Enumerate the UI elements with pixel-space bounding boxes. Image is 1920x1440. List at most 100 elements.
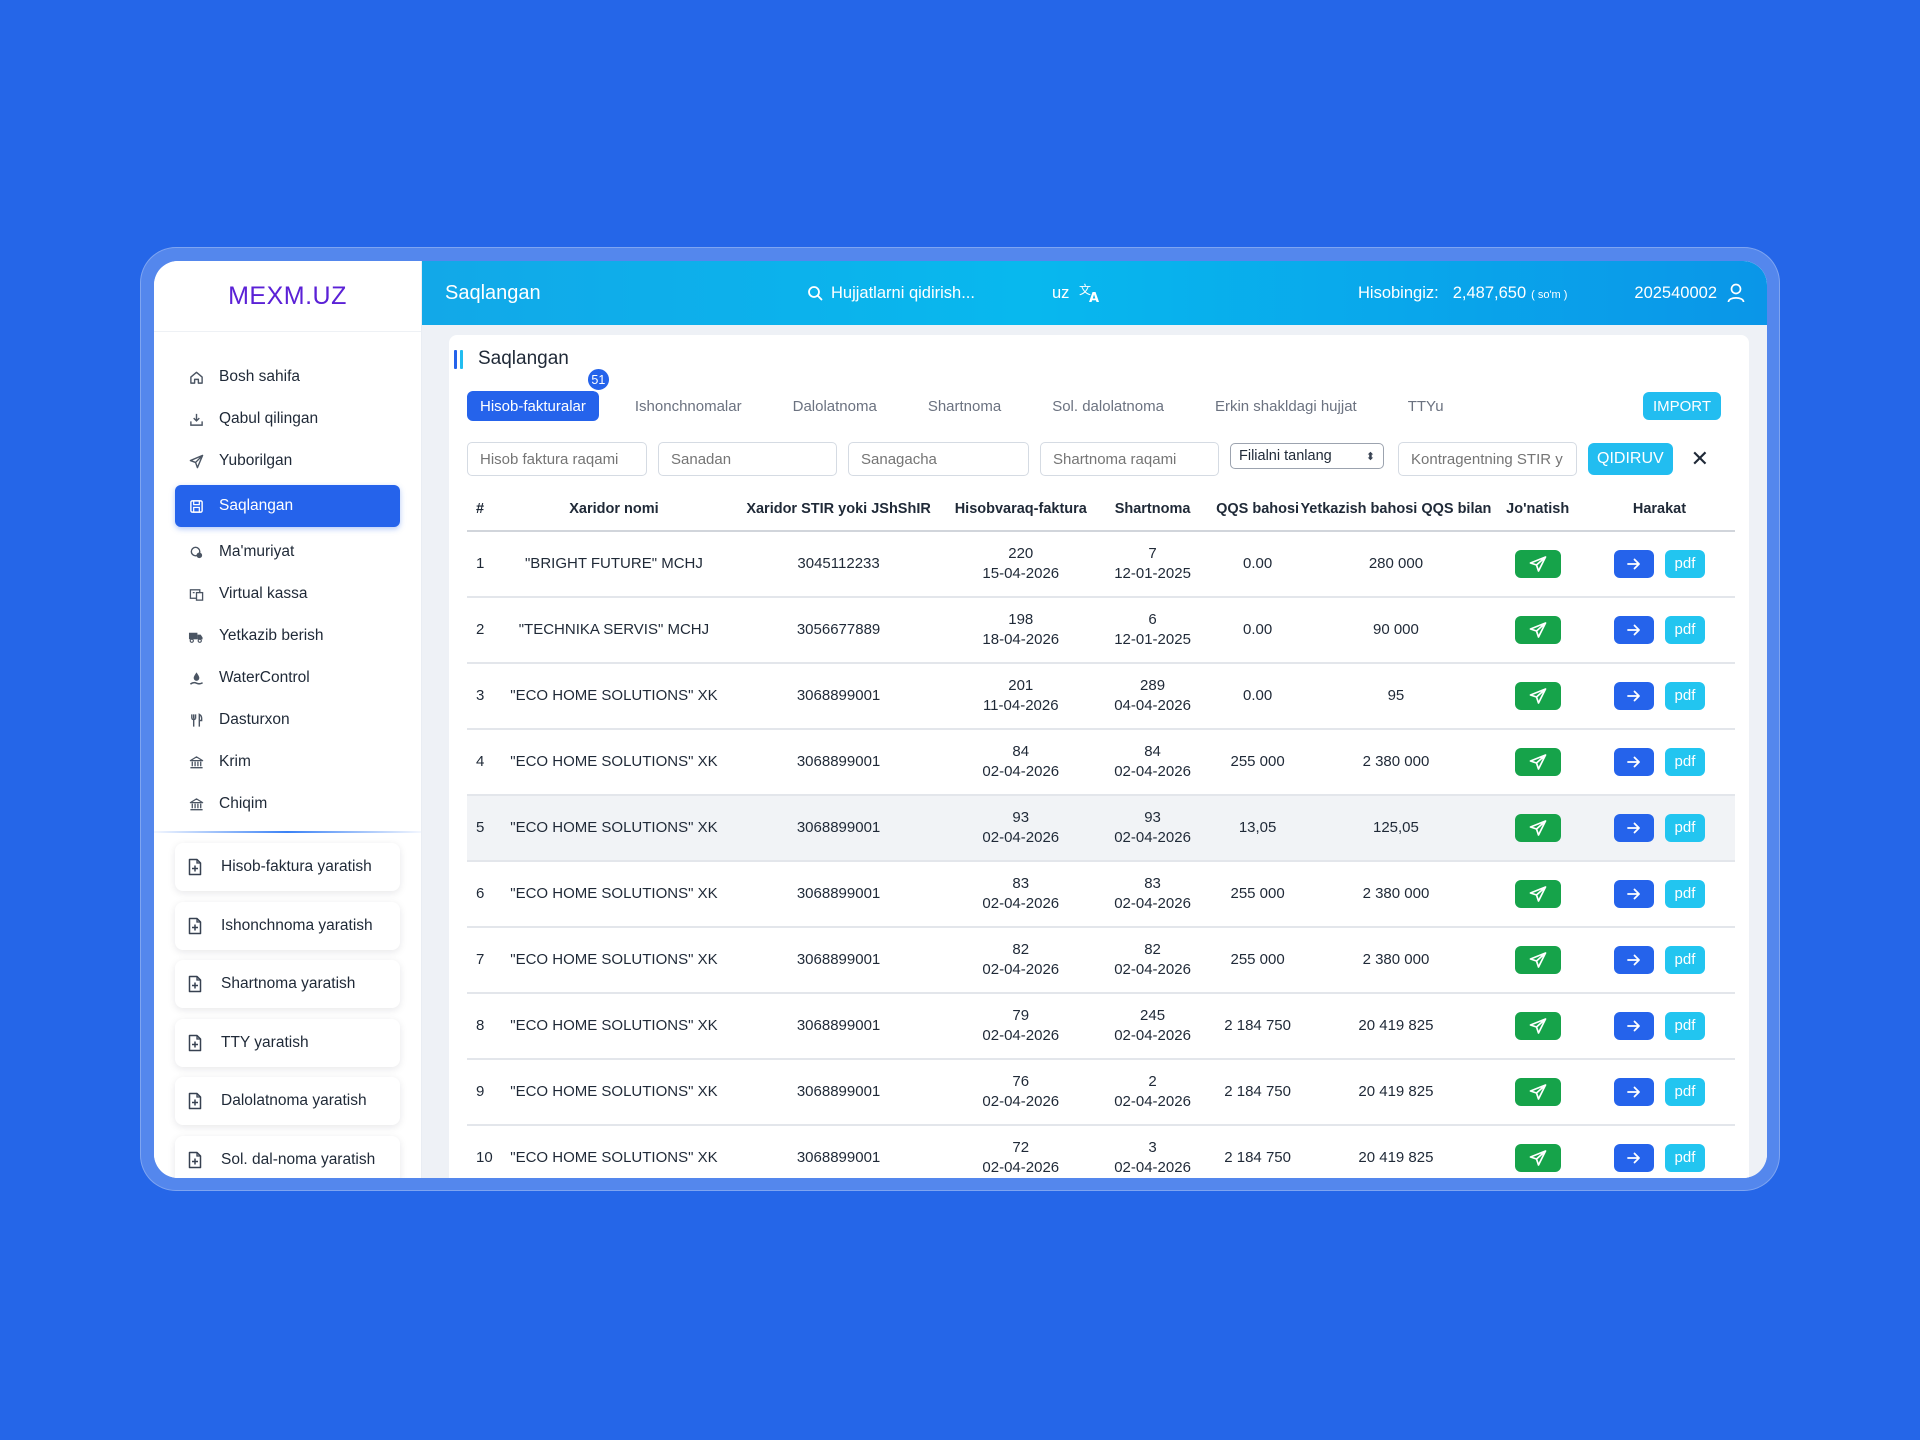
buyer-name-cell: "ECO HOME SOLUTIONS" XK xyxy=(501,729,726,796)
sidebar-item-watercontrol[interactable]: WaterControl xyxy=(175,657,400,699)
table-row[interactable]: 7 "ECO HOME SOLUTIONS" XK 3068899001 82 02-0… xyxy=(467,927,1735,994)
vat-cell: 255 000 xyxy=(1214,927,1301,994)
pdf-button[interactable]: pdf xyxy=(1664,748,1705,776)
tab-sol-dalolatnoma[interactable]: Sol. dalolatnoma xyxy=(1052,398,1164,415)
arrow-right-icon xyxy=(1627,756,1641,768)
open-button[interactable] xyxy=(1613,1078,1654,1106)
table-row[interactable]: 4 "ECO HOME SOLUTIONS" XK 3068899001 84 02-0… xyxy=(467,729,1735,796)
pdf-button[interactable]: pdf xyxy=(1664,1144,1705,1172)
table-row[interactable]: 6 "ECO HOME SOLUTIONS" XK 3068899001 83 02-0… xyxy=(467,861,1735,928)
tab-dalolatnoma[interactable]: Dalolatnoma xyxy=(793,398,877,415)
table-row[interactable]: 1 "BRIGHT FUTURE" MCHJ 3045112233 220 15-04-… xyxy=(467,531,1735,598)
create-button-ishonchnoma-yaratish[interactable]: Ishonchnoma yaratish xyxy=(175,901,400,950)
table-row[interactable]: 10 "ECO HOME SOLUTIONS" XK 3068899001 72 02-… xyxy=(467,1125,1735,1178)
pdf-button[interactable]: pdf xyxy=(1664,880,1705,908)
tab-hisob-fakturalar[interactable]: Hisob-fakturalar 51 xyxy=(467,367,611,421)
sidebar-item-ma-muriyat[interactable]: Ma'muriyat xyxy=(175,531,400,573)
search-button[interactable]: QIDIRUV xyxy=(1588,443,1673,475)
buyer-stir-cell: 3045112233 xyxy=(725,531,952,598)
contract-date: 12-01-2025 xyxy=(1114,565,1191,582)
sidebar-item-yetkazib-berish[interactable]: Yetkazib berish xyxy=(175,615,400,657)
pdf-button[interactable]: pdf xyxy=(1664,682,1705,710)
date-from-input[interactable] xyxy=(658,442,837,476)
import-button[interactable]: IMPORT xyxy=(1642,392,1721,420)
invoice-date: 02-04-2026 xyxy=(982,763,1060,780)
pdf-button[interactable]: pdf xyxy=(1664,946,1705,974)
send-button[interactable] xyxy=(1514,880,1561,908)
table-row[interactable]: 3 "ECO HOME SOLUTIONS" XK 3068899001 201 11-… xyxy=(467,663,1735,730)
invoice-cell: 72 02-04-2026 xyxy=(951,1125,1091,1178)
sidebar-item-yuborilgan[interactable]: Yuborilgan xyxy=(175,440,400,482)
open-button[interactable] xyxy=(1613,880,1654,908)
send-button[interactable] xyxy=(1514,616,1561,644)
sidebar-item-saqlangan[interactable]: Saqlangan xyxy=(175,485,400,527)
send-button[interactable] xyxy=(1514,1078,1561,1106)
row-number-value: 6 xyxy=(476,885,485,902)
translate-icon: 文A xyxy=(1079,282,1103,304)
open-button[interactable] xyxy=(1613,946,1654,974)
invoice-number: 72 xyxy=(1012,1139,1030,1156)
open-button[interactable] xyxy=(1613,1144,1654,1172)
sidebar-item-chiqim[interactable]: Chiqim xyxy=(175,783,400,825)
arrow-right-icon xyxy=(1627,558,1641,570)
pdf-button[interactable]: pdf xyxy=(1664,616,1705,644)
buyer-name-cell: "ECO HOME SOLUTIONS" XK xyxy=(501,927,726,994)
send-button[interactable] xyxy=(1514,550,1561,578)
contract-number-input[interactable] xyxy=(1040,442,1219,476)
create-document-list: Hisob-faktura yaratish Ishonchnoma yarati… xyxy=(154,843,421,1178)
open-button[interactable] xyxy=(1613,748,1654,776)
create-button-tty-yaratish[interactable]: TTY yaratish xyxy=(175,1018,400,1067)
pdf-button[interactable]: pdf xyxy=(1664,814,1705,842)
send-button[interactable] xyxy=(1514,682,1561,710)
open-button[interactable] xyxy=(1613,814,1654,842)
clear-filters-icon[interactable]: ✕ xyxy=(1691,448,1709,470)
invoice-date: 18-04-2026 xyxy=(982,631,1060,648)
tab-ishonchnomalar[interactable]: Ishonchnomalar xyxy=(635,398,742,415)
create-button-dalolatnoma-yaratish[interactable]: Dalolatnoma yaratish xyxy=(175,1077,400,1125)
sidebar-item-dasturxon[interactable]: Dasturxon xyxy=(175,699,400,741)
invoice-number: 79 xyxy=(1012,1007,1030,1024)
global-search[interactable]: Hujjatlarni qidirish... xyxy=(807,284,975,303)
app-logo[interactable]: MEXM.UZ xyxy=(228,282,347,311)
open-button[interactable] xyxy=(1613,1012,1654,1040)
bank-icon xyxy=(187,753,205,771)
create-button-sol-dal-noma-yaratish[interactable]: Sol. dal-noma yaratish xyxy=(175,1135,400,1178)
send-button[interactable] xyxy=(1514,1012,1561,1040)
sidebar-item-krim[interactable]: Krim xyxy=(175,741,400,783)
open-button[interactable] xyxy=(1613,682,1654,710)
pdf-button[interactable]: pdf xyxy=(1664,1012,1705,1040)
send-button[interactable] xyxy=(1514,946,1561,974)
date-to-input[interactable] xyxy=(848,442,1029,476)
table-row[interactable]: 8 "ECO HOME SOLUTIONS" XK 3068899001 79 02-0… xyxy=(467,993,1735,1060)
row-number-value: 4 xyxy=(476,753,485,770)
create-button-shartnoma-yaratish[interactable]: Shartnoma yaratish xyxy=(175,960,400,1008)
invoice-number-input[interactable] xyxy=(467,442,647,476)
counterparty-stir-input[interactable] xyxy=(1398,442,1577,476)
send-button[interactable] xyxy=(1514,1144,1561,1172)
sidebar-item-qabul-qilingan[interactable]: Qabul qilingan xyxy=(175,398,400,440)
invoice-date: 02-04-2026 xyxy=(982,829,1060,846)
tab-erkin-shakldagi-hujjat[interactable]: Erkin shakldagi hujjat xyxy=(1215,398,1357,415)
send-button[interactable] xyxy=(1514,748,1561,776)
tab-shartnoma[interactable]: Shartnoma xyxy=(928,398,1001,415)
send-button[interactable] xyxy=(1514,814,1561,842)
contract-date: 02-04-2026 xyxy=(1114,1159,1191,1176)
branch-select[interactable]: Filialni tanlang ⬍ xyxy=(1230,443,1384,469)
create-button-hisob-faktura-yaratish[interactable]: Hisob-faktura yaratish xyxy=(175,843,400,891)
pdf-button[interactable]: pdf xyxy=(1664,1078,1705,1106)
account-balance: Hisobingiz: 2,487,650 ( so'm ) xyxy=(1358,284,1567,303)
user-menu[interactable]: 202540002 xyxy=(1634,283,1745,303)
sidebar-item-virtual-kassa[interactable]: Virtual kassa xyxy=(175,573,400,615)
table-row[interactable]: 2 "TECHNIKA SERVIS" MCHJ 3056677889 198 18-0… xyxy=(467,597,1735,664)
language-switcher[interactable]: uz 文A xyxy=(1052,282,1103,304)
table-row[interactable]: 5 "ECO HOME SOLUTIONS" XK 3068899001 93 02-0… xyxy=(467,795,1735,862)
total-cell: 2 380 000 xyxy=(1300,927,1492,994)
table-row[interactable]: 9 "ECO HOME SOLUTIONS" XK 3068899001 76 02-0… xyxy=(467,1059,1735,1126)
tab-ttyu[interactable]: TTYu xyxy=(1408,398,1444,415)
open-button[interactable] xyxy=(1613,550,1654,578)
open-button[interactable] xyxy=(1613,616,1654,644)
pdf-button[interactable]: pdf xyxy=(1664,550,1705,578)
sidebar-item-bosh-sahifa[interactable]: Bosh sahifa xyxy=(175,356,400,398)
contract-number: 2 xyxy=(1148,1073,1157,1090)
filter-bar: Filialni tanlang ⬍ QIDIRUV ✕ xyxy=(467,442,1709,476)
